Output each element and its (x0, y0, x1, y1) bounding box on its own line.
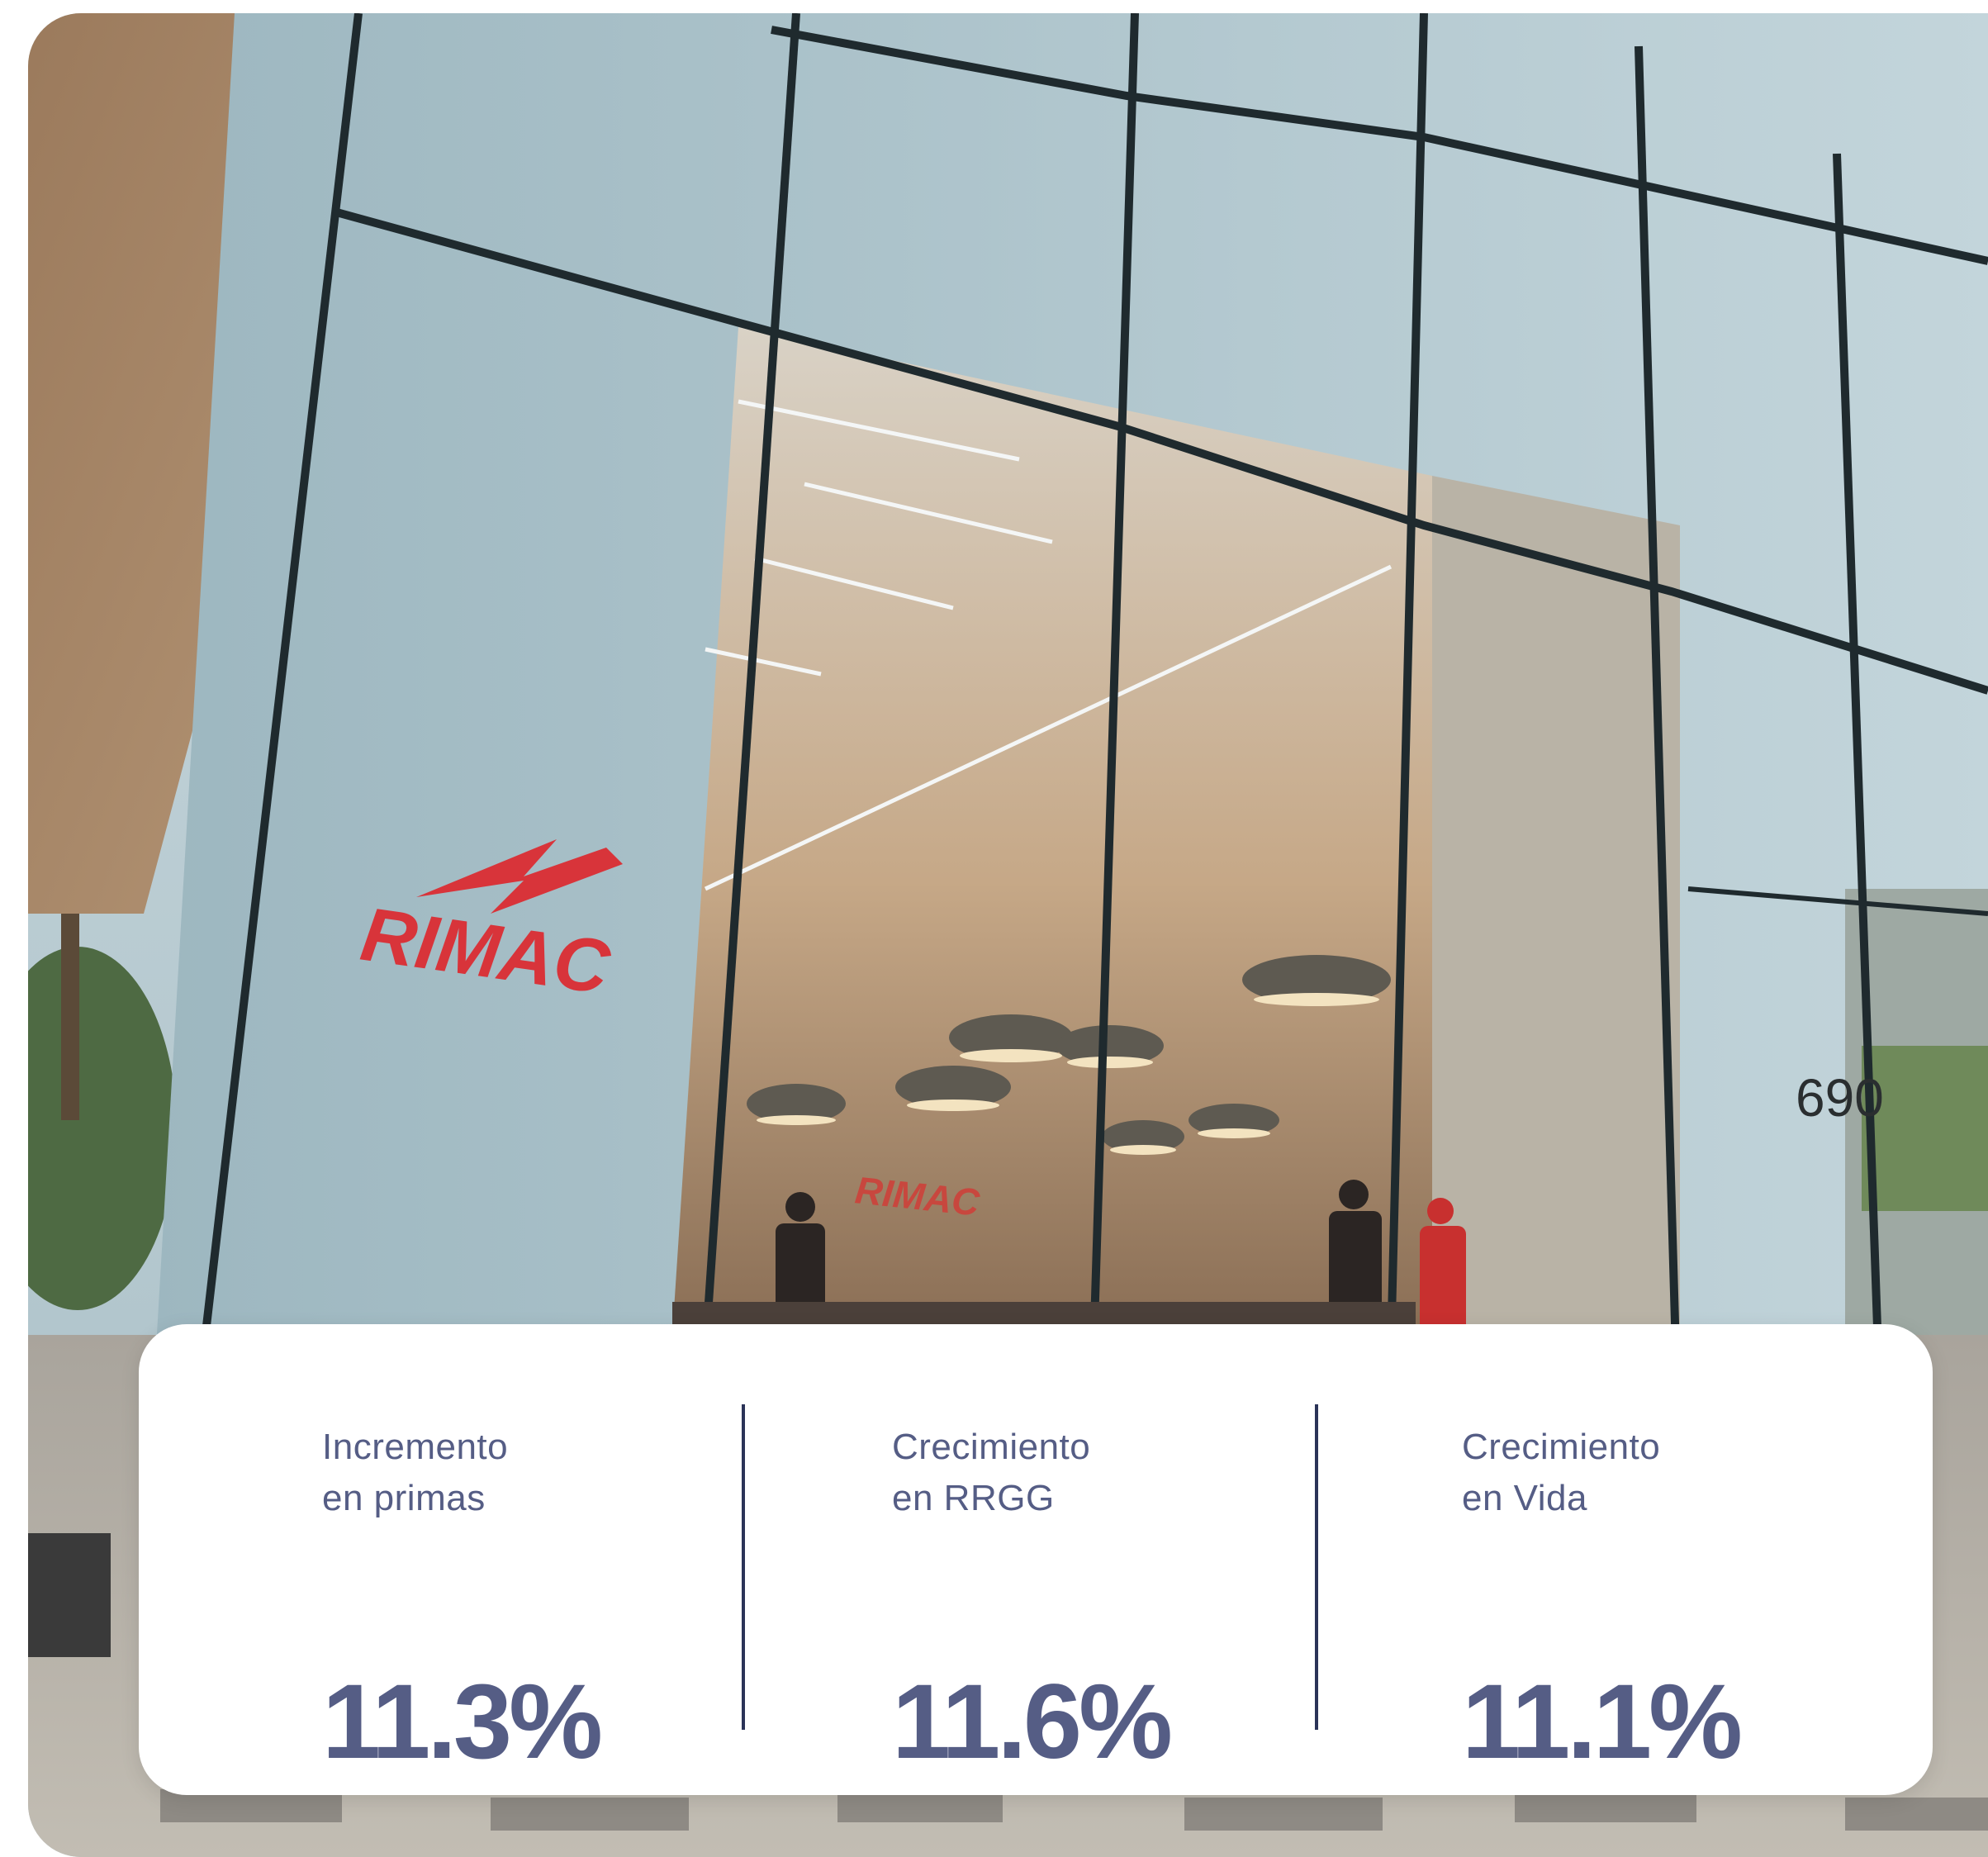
stat-label: Crecimiento en RRGG (892, 1427, 1091, 1518)
svg-text:690: 690 (1796, 1068, 1884, 1128)
stat-life: Crecimiento en Vida 11.1% (1462, 1422, 1891, 1775)
stats-card: Incremento en primas 11.3% Crecimiento e… (139, 1324, 1933, 1795)
divider (1315, 1404, 1318, 1730)
stat-value: 11.3% (322, 1663, 603, 1781)
stat-value: 11.6% (892, 1663, 1173, 1781)
stat-premiums: Incremento en primas 11.3% (322, 1422, 752, 1775)
stat-label: Crecimiento en Vida (1462, 1427, 1661, 1518)
divider (742, 1404, 745, 1730)
stat-rrgg: Crecimiento en RRGG 11.6% (892, 1422, 1321, 1775)
stat-value: 11.1% (1462, 1663, 1743, 1781)
stat-label: Incremento en primas (322, 1427, 509, 1518)
